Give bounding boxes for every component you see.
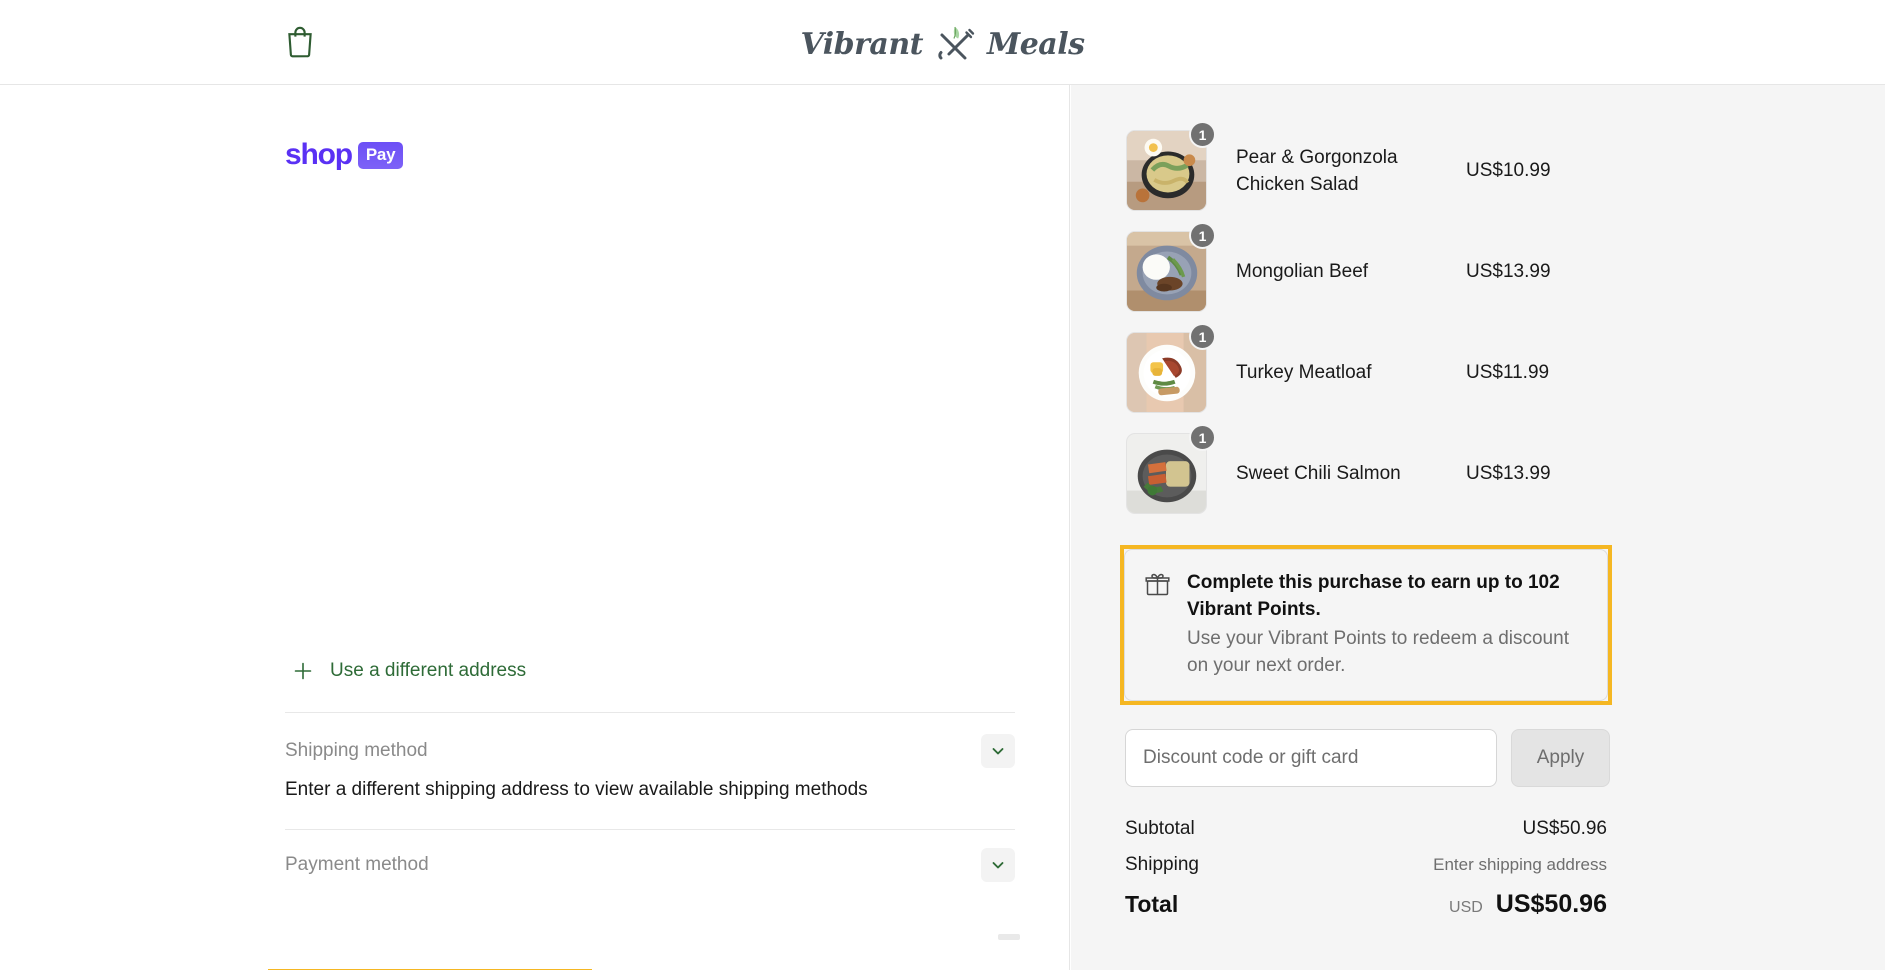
item-price: US$13.99: [1466, 261, 1551, 283]
item-name: Pear & Gorgonzola Chicken Salad: [1236, 144, 1466, 198]
promo-subtext: Use your Vibrant Points to redeem a disc…: [1187, 625, 1587, 679]
item-quantity-badge: 1: [1189, 121, 1216, 148]
order-line-item: 1 Pear & Gorgonzola Chicken Salad US$10.…: [1126, 120, 1611, 221]
gift-icon: [1145, 572, 1170, 597]
chevron-down-icon: [990, 743, 1006, 759]
item-name: Sweet Chili Salmon: [1236, 460, 1466, 487]
shipping-method-note: Enter a different shipping address to vi…: [285, 779, 868, 801]
item-thumbnail-wrap: 1: [1126, 332, 1207, 413]
payment-method-label: Payment method: [285, 854, 429, 876]
discount-code-row: Apply: [1125, 729, 1610, 787]
payment-method-section[interactable]: Payment method: [285, 843, 1015, 887]
order-items-list: 1 Pear & Gorgonzola Chicken Salad US$10.…: [1126, 120, 1611, 524]
order-line-item: 1 Turkey Meatloaf US$11.99: [1126, 322, 1611, 423]
shop-pay-badge: Pay: [358, 142, 403, 169]
order-totals: Subtotal US$50.96 Shipping Enter shippin…: [1125, 818, 1607, 934]
use-different-address-label: Use a different address: [330, 660, 526, 682]
item-thumbnail-wrap: 1: [1126, 231, 1207, 312]
vibrant-points-promo-card: Complete this purchase to earn up to 102…: [1124, 549, 1608, 701]
shipping-method-label: Shipping method: [285, 740, 428, 762]
total-value: US$50.96: [1496, 890, 1607, 919]
divider-above-shipping: [285, 712, 1015, 713]
loading-placeholder-bar: [998, 934, 1020, 940]
item-name: Mongolian Beef: [1236, 258, 1466, 285]
checkout-form-column: shop Pay Use a different address Shippin…: [0, 85, 1070, 970]
shipping-method-toggle[interactable]: [981, 734, 1015, 768]
vibrant-points-promo-highlight: Complete this purchase to earn up to 102…: [1120, 545, 1612, 705]
shipping-value: Enter shipping address: [1433, 855, 1607, 875]
brand-logo[interactable]: Vibrant Meals: [800, 22, 1084, 66]
item-thumbnail-wrap: 1: [1126, 130, 1207, 211]
subtotal-value: US$50.96: [1522, 818, 1607, 840]
shipping-row: Shipping Enter shipping address: [1125, 854, 1607, 890]
payment-method-toggle[interactable]: [981, 848, 1015, 882]
checkout-page: Vibrant Meals shop Pay: [0, 0, 1885, 970]
promo-heading: Complete this purchase to earn up to 102…: [1187, 569, 1587, 623]
item-thumbnail-wrap: 1: [1126, 433, 1207, 514]
item-quantity-badge: 1: [1189, 323, 1216, 350]
fork-knife-leaf-icon: [929, 22, 981, 66]
total-label: Total: [1125, 891, 1178, 918]
divider-above-payment: [285, 829, 1015, 830]
item-quantity-badge: 1: [1189, 424, 1216, 451]
item-name: Turkey Meatloaf: [1236, 359, 1466, 386]
shop-pay-word: shop: [285, 138, 352, 172]
chevron-down-icon: [990, 857, 1006, 873]
discount-code-input[interactable]: [1125, 729, 1497, 787]
total-row: Total USD US$50.96: [1125, 890, 1607, 934]
order-line-item: 1 Sweet Chili Salmon US$13.99: [1126, 423, 1611, 524]
total-currency: USD: [1449, 899, 1483, 917]
order-line-item: 1 Mongolian Beef US$13.99: [1126, 221, 1611, 322]
plus-icon: [292, 660, 314, 682]
use-different-address-button[interactable]: Use a different address: [292, 660, 526, 682]
item-price: US$13.99: [1466, 463, 1551, 485]
item-price: US$10.99: [1466, 160, 1551, 182]
shopping-bag-icon[interactable]: [285, 24, 315, 58]
subtotal-row: Subtotal US$50.96: [1125, 818, 1607, 854]
apply-discount-button[interactable]: Apply: [1511, 729, 1610, 787]
brand-name-left: Vibrant: [800, 27, 923, 62]
shipping-method-section[interactable]: Shipping method: [285, 729, 1015, 773]
subtotal-label: Subtotal: [1125, 818, 1195, 840]
shop-pay-logo: shop Pay: [285, 138, 403, 172]
brand-name-right: Meals: [987, 27, 1085, 62]
item-quantity-badge: 1: [1189, 222, 1216, 249]
site-header: Vibrant Meals: [0, 0, 1885, 85]
shipping-label: Shipping: [1125, 854, 1199, 876]
item-price: US$11.99: [1466, 362, 1549, 384]
